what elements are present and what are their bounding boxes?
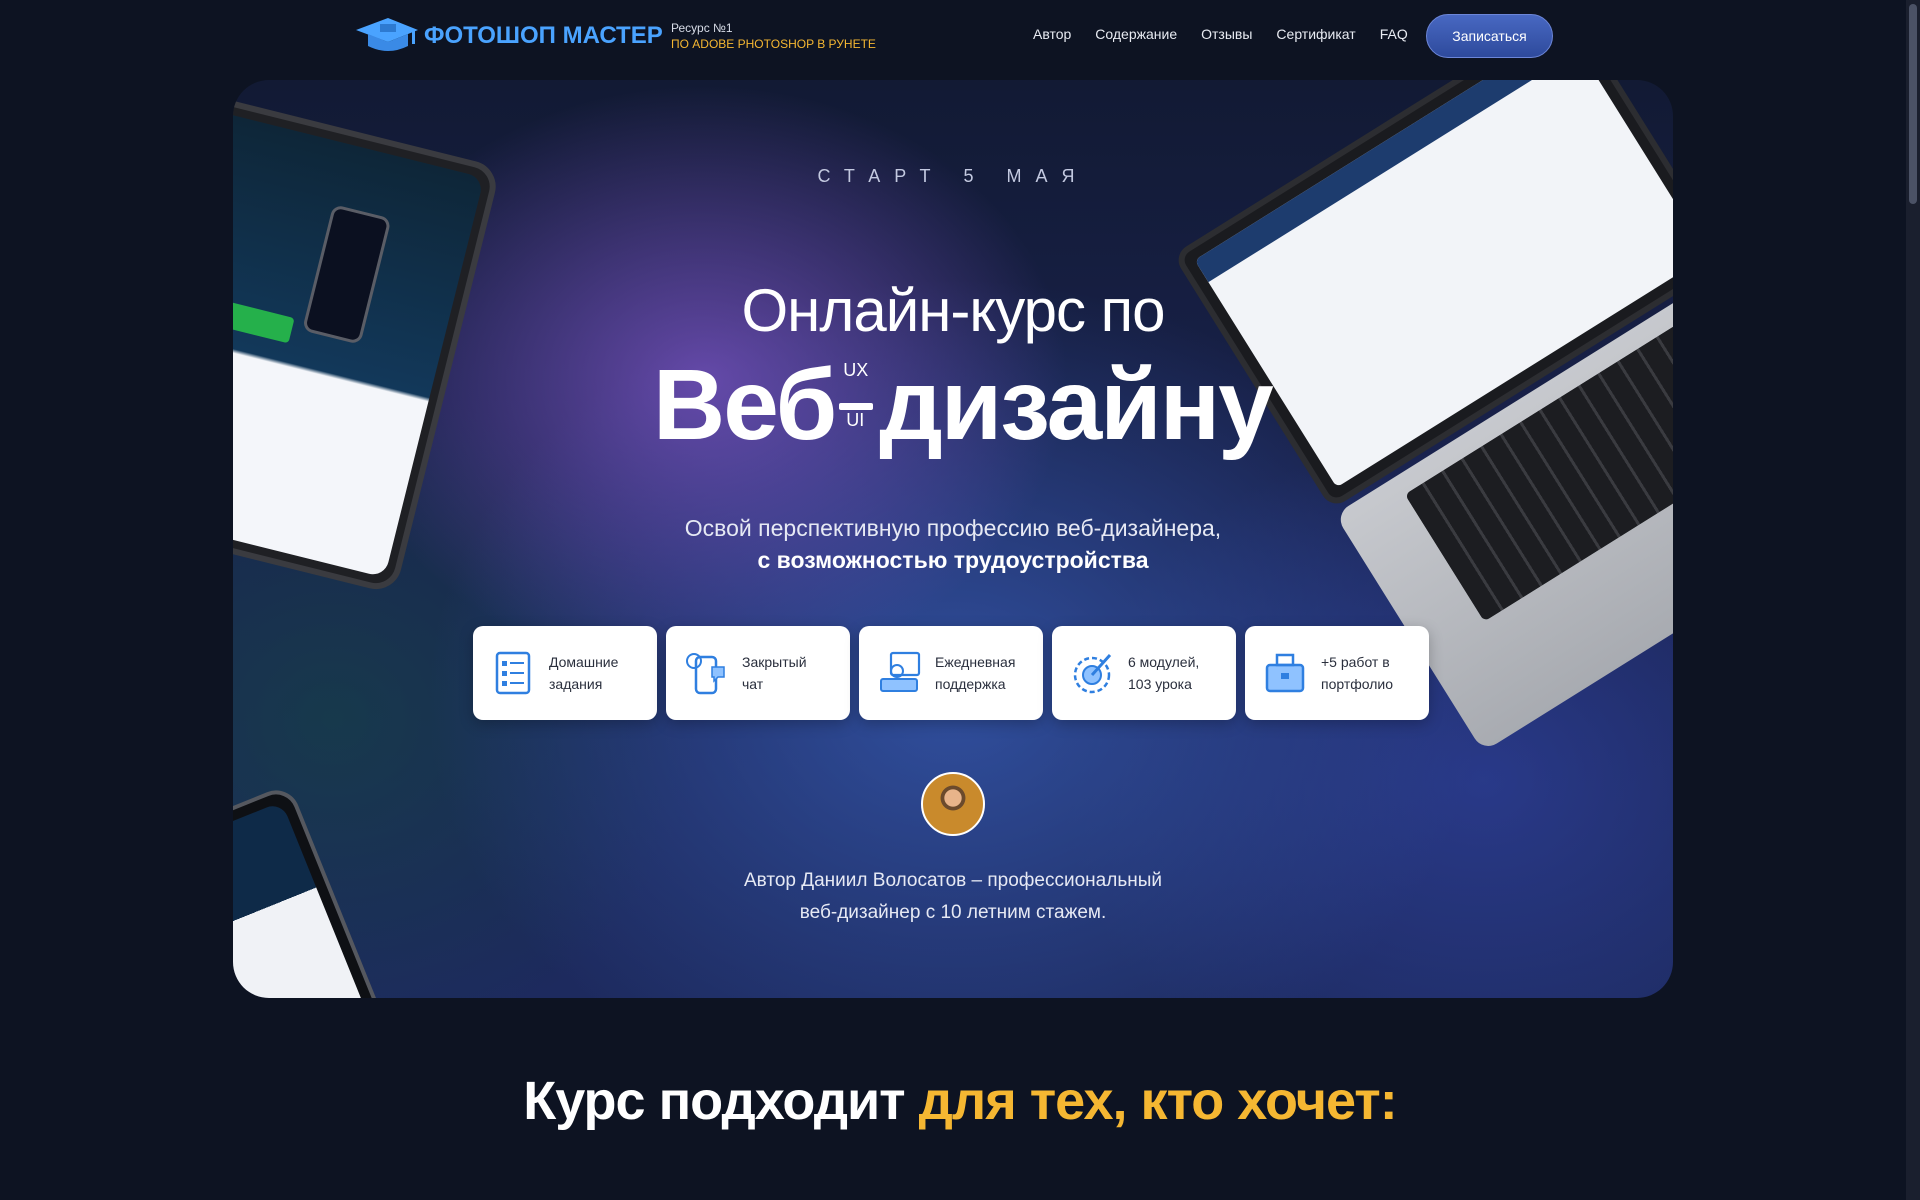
feature-card-homework: Домашние задания: [473, 626, 657, 720]
chat-icon: [686, 653, 725, 695]
author-line2: веб-дизайнер с 10 летним стажем.: [799, 902, 1107, 923]
feature-text: 6 модулей, 103 урока: [1128, 654, 1200, 692]
feature-text: Ежедневная поддержка: [935, 654, 1016, 692]
tagline-line2: ПО ADOBE PHOTOSHOP В РУНЕТЕ: [671, 37, 876, 51]
feature-text: Домашние задания: [549, 654, 619, 692]
hero-subtitle: Освой перспективную профессию веб-дизайн…: [233, 512, 1673, 576]
main-nav: Автор Содержание Отзывы Сертификат FAQ: [1033, 26, 1432, 42]
feature-text: Закрытый чат: [742, 654, 807, 692]
nav-link-author[interactable]: Автор: [1033, 26, 1071, 42]
feature-card-portfolio: +5 работ в портфолио: [1245, 626, 1429, 720]
author-avatar: [921, 772, 985, 836]
section-title-white: Курс подходит: [523, 1071, 905, 1131]
dash-bar: [839, 403, 874, 410]
nav-link-certificate[interactable]: Сертификат: [1276, 26, 1355, 42]
tagline: Ресурс №1 ПО ADOBE PHOTOSHOP В РУНЕТЕ: [671, 20, 876, 52]
feature-card-modules: 6 модулей, 103 урока: [1052, 626, 1236, 720]
logo-text: ФОТОШОП МАСТЕР: [424, 22, 663, 49]
graduation-cap-icon: [356, 18, 418, 51]
tagline-line1: Ресурс №1: [671, 21, 733, 35]
nav-link-contents[interactable]: Содержание: [1095, 26, 1177, 42]
scrollbar[interactable]: [1906, 0, 1920, 1200]
subtitle-line1: Освой перспективную профессию веб-дизайн…: [684, 515, 1222, 541]
author-description: Автор Даниил Волосатов – профессиональны…: [233, 865, 1673, 929]
dash-ux-label: UX: [843, 360, 869, 380]
subtitle-line2: с возможностью трудоустройства: [757, 547, 1149, 573]
hero-title-line2: Веб UX UI дизайну: [653, 349, 1274, 461]
section-title-accent: для тех, кто хочет:: [918, 1071, 1398, 1131]
feature-card-support: Ежедневная поддержка: [859, 626, 1043, 720]
title-design: дизайну: [879, 349, 1273, 461]
feature-cards: Домашние задания Закрытый чат Ежедневная по…: [473, 626, 1438, 720]
site-header: ФОТОШОП МАСТЕР Ресурс №1 ПО ADOBE PHOTOS…: [0, 0, 1920, 72]
hero-section: СТАРТ 5 МАЯ Онлайн-курс по Веб UX UI диз…: [233, 80, 1673, 998]
modules-icon: [1073, 653, 1112, 694]
scrollbar-thumb[interactable]: [1909, 4, 1917, 204]
nav-link-faq[interactable]: FAQ: [1380, 26, 1408, 42]
author-line1: Автор Даниил Волосатов – профессиональны…: [744, 870, 1162, 891]
nav-link-reviews[interactable]: Отзывы: [1201, 26, 1252, 42]
start-date: СТАРТ 5 МАЯ: [817, 166, 1089, 186]
feature-text: +5 работ в портфолио: [1321, 654, 1394, 692]
homework-icon: [495, 651, 531, 695]
support-icon: [880, 651, 921, 692]
signup-button[interactable]: Записаться: [1426, 14, 1553, 58]
feature-card-chat: Закрытый чат: [666, 626, 850, 720]
ux-ui-dash: UX UI: [835, 350, 879, 460]
hero-title-line1: Онлайн-курс по: [741, 277, 1166, 344]
section-title: Курс подходит для тех, кто хочет:: [0, 1070, 1920, 1132]
dash-ui-label: UI: [846, 410, 865, 430]
portfolio-icon: [1265, 653, 1305, 693]
title-web: Веб: [653, 349, 837, 461]
logo[interactable]: ФОТОШОП МАСТЕР: [352, 16, 663, 56]
